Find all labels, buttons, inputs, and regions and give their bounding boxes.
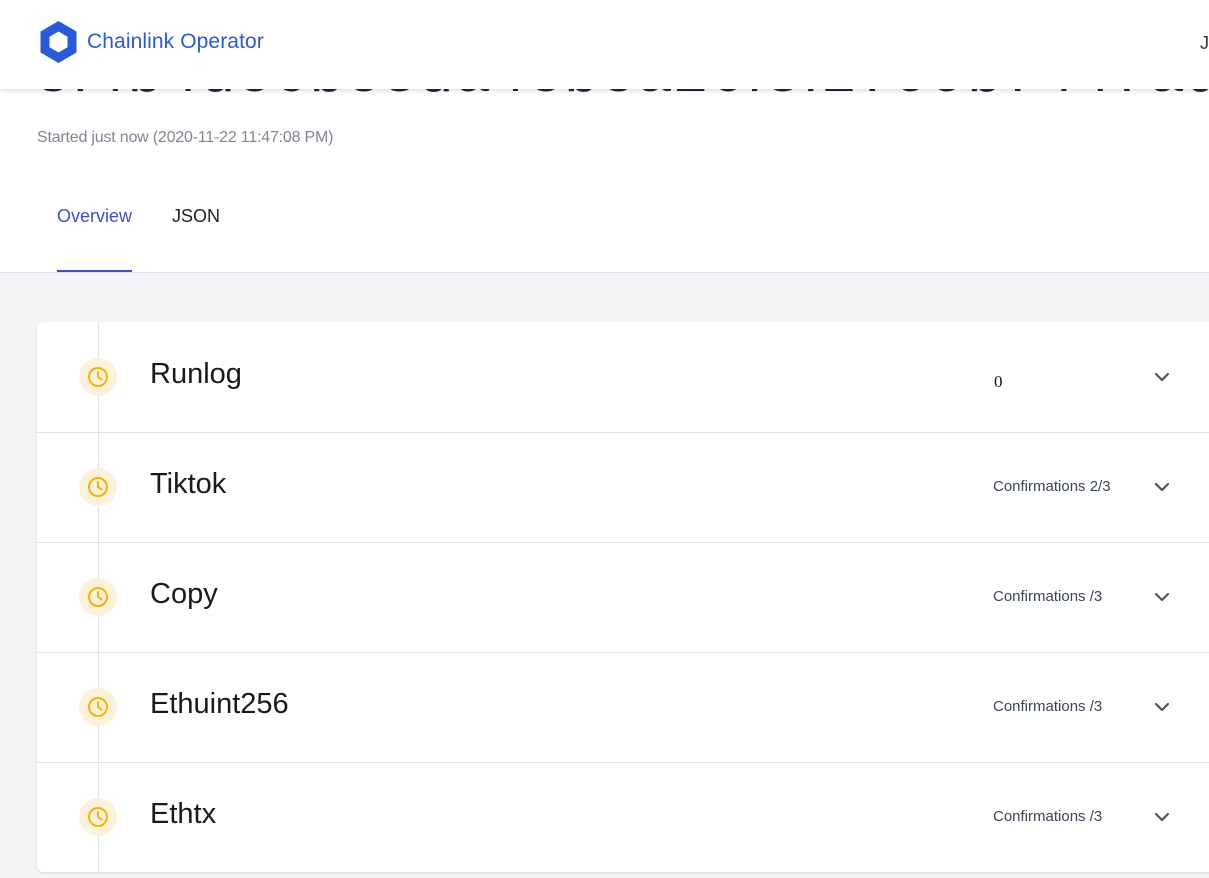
job-run-page: 3f4b4de6be8da4ebea26f8f2799b7447ade5 Sta… [0, 0, 1209, 878]
task-meta: Confirmations /3 [993, 588, 1103, 605]
task-name: Copy [150, 578, 218, 610]
chevron-down-icon[interactable] [1151, 696, 1173, 718]
appbar-edge-glyph: J [1200, 33, 1209, 53]
pending-status-badge [79, 358, 117, 396]
task-row-tiktok[interactable]: Tiktok Confirmations 2/3 [37, 432, 1209, 543]
pending-status-badge [79, 578, 117, 616]
tab-overview-label: Overview [57, 206, 133, 226]
pending-status-badge [79, 688, 117, 726]
task-row-runlog[interactable]: Runlog 0 [37, 322, 1209, 433]
task-name: Ethuint256 [150, 688, 289, 720]
chevron-down-icon[interactable] [1151, 476, 1173, 498]
clock-icon [88, 697, 108, 717]
brand-name: Chainlink Operator [87, 30, 264, 53]
run-started-text: Started just now (2020-11-22 11:47:08 PM… [37, 129, 334, 146]
chainlink-logo-icon [40, 21, 77, 63]
task-row-copy[interactable]: Copy Confirmations /3 [37, 542, 1209, 653]
task-row-ethuint256[interactable]: Ethuint256 Confirmations /3 [37, 652, 1209, 763]
tab-overview[interactable]: Overview [37, 186, 152, 272]
clock-icon [88, 367, 108, 387]
brand-home-link[interactable]: Chainlink Operator [38, 19, 264, 65]
task-name: Ethtx [150, 798, 217, 830]
pending-status-badge [79, 798, 117, 836]
app-bar: Chainlink Operator J [0, 0, 1209, 89]
task-name: Runlog [150, 358, 242, 390]
active-tab-indicator [57, 270, 133, 272]
clock-icon [88, 807, 108, 827]
task-meta: Confirmations 2/3 [993, 478, 1111, 495]
task-name: Tiktok [150, 468, 227, 500]
task-list-card: Runlog 0 Tiktok Confirmations 2/3 Copy C… [37, 322, 1209, 872]
clock-icon [88, 587, 108, 607]
task-meta: Confirmations /3 [993, 808, 1103, 825]
run-tabs: Overview JSON [37, 186, 240, 272]
clock-icon [88, 477, 108, 497]
chevron-down-icon[interactable] [1151, 806, 1173, 828]
tab-json-label: JSON [172, 206, 221, 226]
chevron-down-icon[interactable] [1151, 366, 1173, 388]
tab-json[interactable]: JSON [152, 186, 240, 272]
chevron-down-icon[interactable] [1151, 586, 1173, 608]
task-row-ethtx[interactable]: Ethtx Confirmations /3 [37, 762, 1209, 872]
task-meta: 0 [994, 372, 1003, 391]
pending-status-badge [79, 468, 117, 506]
task-meta: Confirmations /3 [993, 698, 1103, 715]
